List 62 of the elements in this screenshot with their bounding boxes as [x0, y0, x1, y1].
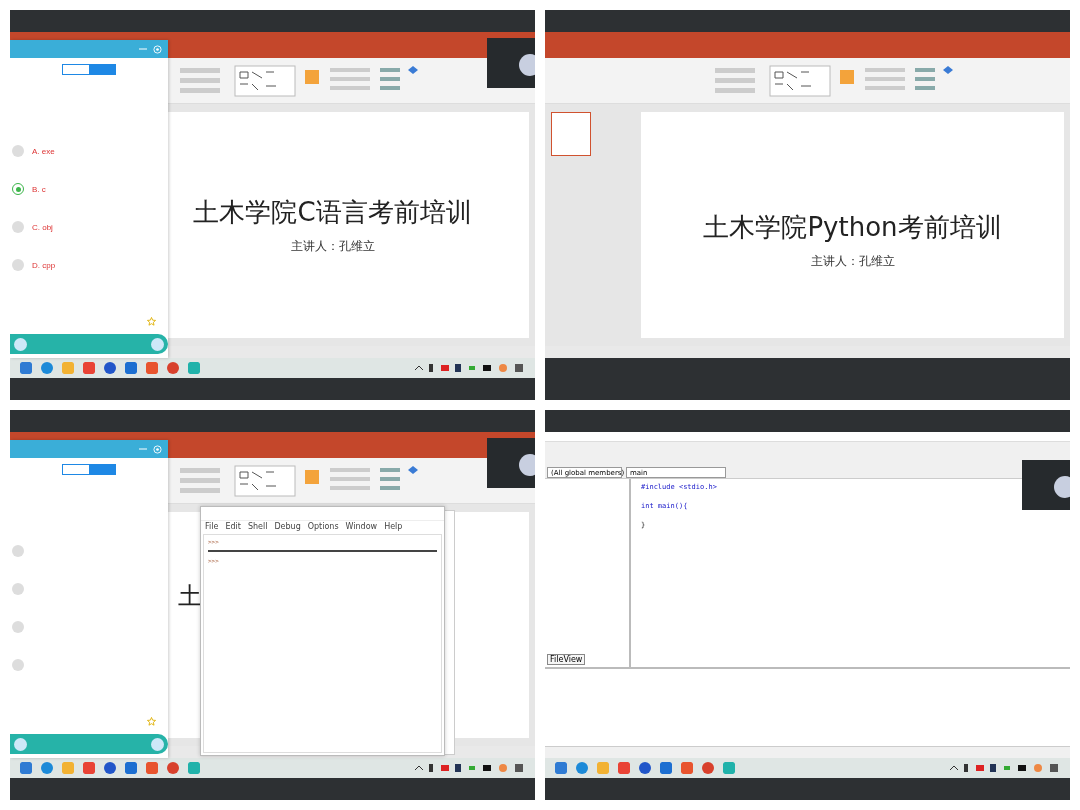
radio-button[interactable]: [12, 145, 24, 157]
workspace-tab[interactable]: FileView: [547, 654, 586, 665]
app-icon[interactable]: [146, 762, 158, 774]
avatar-circle: [1054, 476, 1070, 498]
slide-subtitle: 主讲人：孔维立: [290, 238, 375, 255]
menu-item[interactable]: Debug: [274, 522, 301, 531]
app-icon[interactable]: [104, 362, 116, 374]
answer-option[interactable]: D. cpp: [12, 259, 164, 271]
radio-button[interactable]: [12, 545, 24, 557]
app-icon[interactable]: [104, 762, 116, 774]
radio-button[interactable]: [12, 183, 24, 195]
answer-option[interactable]: C. obj: [12, 221, 164, 233]
app-icon[interactable]: [41, 762, 53, 774]
app-icon[interactable]: [167, 762, 179, 774]
app-icon[interactable]: [20, 362, 32, 374]
app-icon[interactable]: [125, 762, 137, 774]
app-icon[interactable]: [146, 362, 158, 374]
app-icon[interactable]: [702, 762, 714, 774]
minimize-icon[interactable]: [139, 445, 147, 453]
answer-option[interactable]: A. exe: [12, 145, 164, 157]
radio-button[interactable]: [12, 259, 24, 271]
app-icon[interactable]: [167, 362, 179, 374]
mode-toggle[interactable]: [62, 464, 116, 475]
menu-item[interactable]: File: [205, 522, 219, 531]
slide-title: 土木学院Python考前培训: [703, 211, 1002, 244]
menu-item[interactable]: Options: [307, 522, 339, 531]
app-icon[interactable]: [639, 762, 651, 774]
app-icon[interactable]: [20, 762, 32, 774]
previous-button[interactable]: [14, 337, 27, 351]
answer-option[interactable]: B. c: [12, 183, 164, 195]
app-icon[interactable]: [618, 762, 630, 774]
minimize-icon[interactable]: [139, 45, 147, 53]
settings-icon[interactable]: [153, 444, 162, 454]
radio-button[interactable]: [12, 583, 24, 595]
radio-button[interactable]: [12, 221, 24, 233]
previous-button[interactable]: [14, 737, 27, 751]
menu-item[interactable]: Help: [384, 522, 403, 531]
app-icon[interactable]: [125, 362, 137, 374]
menu-item[interactable]: Edit: [225, 522, 241, 531]
app-icon[interactable]: [41, 362, 53, 374]
menu-item[interactable]: Window: [345, 522, 378, 531]
slide-subtitle: 主讲人：孔维立: [810, 253, 895, 270]
slide-title: 土木学院C语言考前培训: [193, 196, 472, 229]
app-icon[interactable]: [555, 762, 567, 774]
radio-button[interactable]: [12, 621, 24, 633]
app-icon[interactable]: [681, 762, 693, 774]
slide-title: 土: [178, 581, 202, 612]
star-icon[interactable]: [147, 317, 156, 326]
settings-icon[interactable]: [153, 44, 162, 54]
star-icon[interactable]: [147, 717, 156, 726]
next-button[interactable]: [151, 337, 164, 351]
app-icon[interactable]: [83, 362, 95, 374]
next-button[interactable]: [151, 737, 164, 751]
menu-item[interactable]: Shell: [247, 522, 268, 531]
radio-button[interactable]: [12, 659, 24, 671]
app-icon[interactable]: [576, 762, 588, 774]
app-icon[interactable]: [83, 762, 95, 774]
avatar-circle: [519, 54, 535, 76]
slide-thumbnail[interactable]: [551, 112, 591, 156]
app-icon[interactable]: [660, 762, 672, 774]
mode-toggle[interactable]: [62, 64, 116, 75]
avatar-circle: [519, 454, 535, 476]
